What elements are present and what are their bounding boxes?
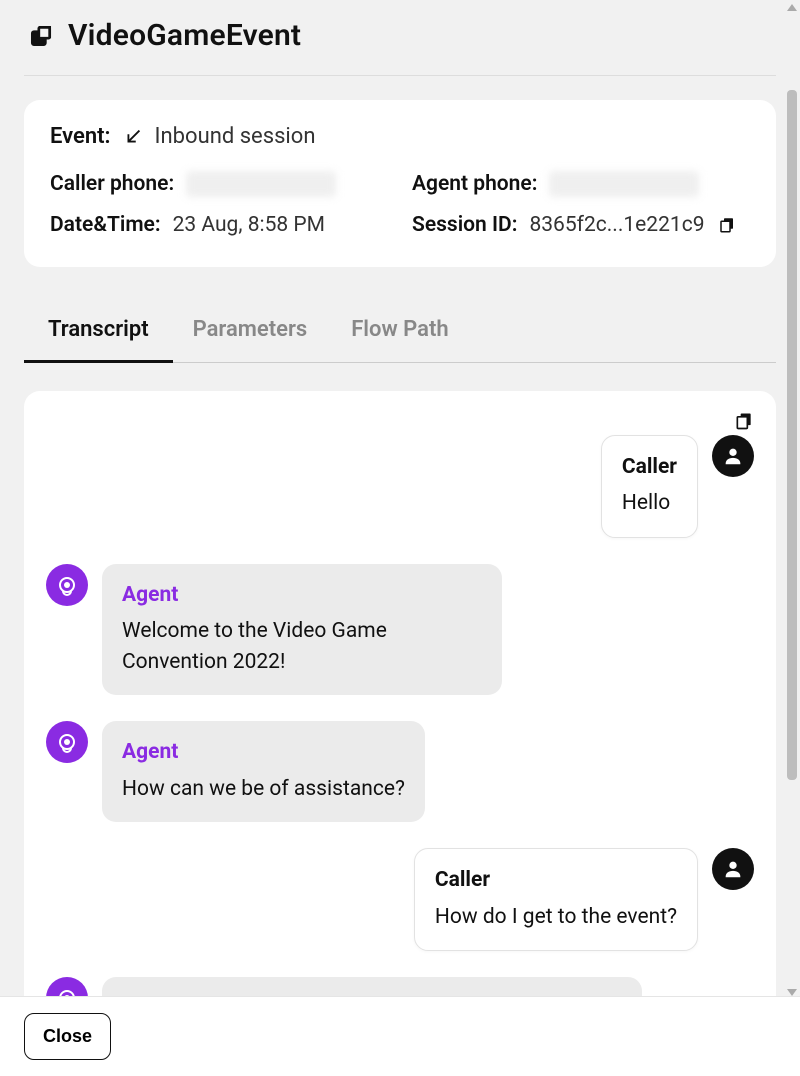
caller-phone-label: Caller phone:: [50, 172, 174, 196]
vertical-scrollbar[interactable]: [786, 0, 798, 1000]
caller-phone-row: Caller phone:: [50, 171, 388, 197]
session-id-row: Session ID: 8365f2c...1e221c9: [412, 213, 750, 237]
tab-transcript[interactable]: Transcript: [48, 307, 149, 362]
event-type-value: Inbound session: [155, 124, 316, 149]
scroll-down-arrow-icon[interactable]: [787, 989, 797, 996]
close-button[interactable]: Close: [24, 1013, 111, 1060]
message-row: Agent How can we be of assistance?: [46, 721, 754, 822]
page-title: VideoGameEvent: [68, 18, 301, 53]
event-card: Event: Inbound session Caller phone: Age…: [24, 100, 776, 267]
caller-avatar-icon: [712, 435, 754, 477]
message-text: Hello: [622, 488, 677, 518]
event-type-row: Event: Inbound session: [50, 124, 750, 149]
scroll-up-arrow-icon[interactable]: [787, 4, 797, 11]
caller-bubble: Caller Hello: [601, 435, 698, 538]
agent-phone-label: Agent phone:: [412, 172, 537, 196]
copy-session-id-button[interactable]: [717, 215, 737, 235]
datetime-row: Date&Time: 23 Aug, 8:58 PM: [50, 213, 388, 237]
inbound-arrow-icon: [121, 125, 145, 149]
tabs: Transcript Parameters Flow Path: [24, 307, 776, 363]
message-text: Welcome to the Video Game Convention 202…: [122, 616, 482, 677]
session-id-label: Session ID:: [412, 213, 517, 237]
message-row: Caller How do I get to the event?: [46, 848, 754, 951]
caller-avatar-icon: [712, 848, 754, 890]
scrollbar-thumb[interactable]: [787, 90, 797, 780]
agent-phone-row: Agent phone:: [412, 171, 750, 197]
datetime-label: Date&Time:: [50, 213, 161, 237]
agent-name-label: Agent: [122, 580, 482, 610]
external-link-icon: [28, 23, 54, 49]
datetime-value: 23 Aug, 8:58 PM: [173, 213, 325, 237]
message-text: How can we be of assistance?: [122, 774, 405, 804]
message-text: How do I get to the event?: [435, 902, 677, 932]
message-row: Caller Hello: [46, 435, 754, 538]
caller-name-label: Caller: [622, 452, 677, 482]
transcript-card: Caller Hello: [24, 391, 776, 1000]
copy-transcript-button[interactable]: [734, 411, 754, 431]
message-row: Agent Welcome to the Video Game Conventi…: [46, 564, 754, 695]
event-label: Event:: [50, 124, 111, 149]
tab-flow-path[interactable]: Flow Path: [351, 307, 448, 362]
page-heading: VideoGameEvent: [24, 0, 776, 76]
tab-parameters[interactable]: Parameters: [193, 307, 308, 362]
agent-avatar-icon: [46, 721, 88, 763]
agent-bubble: Agent Welcome to the Video Game Conventi…: [102, 564, 502, 695]
agent-avatar-icon: [46, 564, 88, 606]
caller-name-label: Caller: [435, 865, 677, 895]
agent-name-label: Agent: [122, 737, 405, 767]
session-id-value: 8365f2c...1e221c9: [529, 213, 704, 237]
agent-bubble: Agent How can we be of assistance?: [102, 721, 425, 822]
caller-phone-value-redacted: [186, 171, 336, 197]
caller-bubble: Caller How do I get to the event?: [414, 848, 698, 951]
content-scroll-area: VideoGameEvent Event: Inbound session Ca…: [0, 0, 800, 1000]
agent-phone-value-redacted: [549, 171, 699, 197]
footer-bar: Close: [0, 996, 800, 1076]
